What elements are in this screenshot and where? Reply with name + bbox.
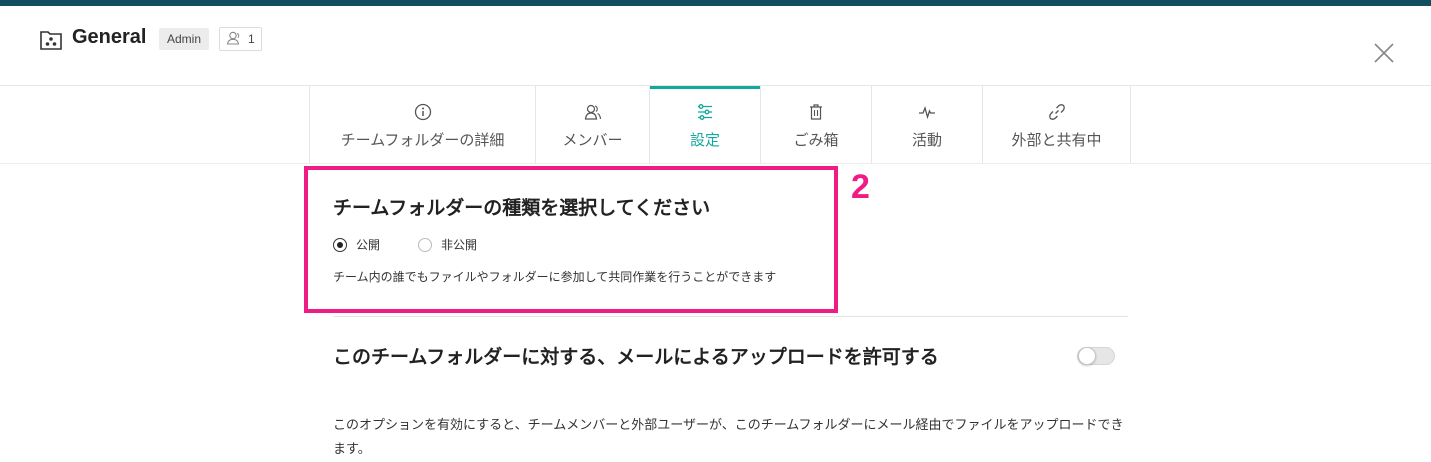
folder-type-radio-group: 公開 非公開 xyxy=(333,236,515,253)
page-title: General xyxy=(72,26,147,48)
radio-unchecked-icon xyxy=(418,237,433,252)
annotation-step-number: 2 xyxy=(851,168,870,206)
radio-checked-icon xyxy=(333,237,347,252)
tab-members[interactable]: メンバー xyxy=(536,86,650,163)
private-radio-label: 非公開 xyxy=(441,238,478,252)
tab-external-sharing[interactable]: 外部と共有中 xyxy=(983,86,1131,163)
member-count: 1 xyxy=(248,32,255,46)
link-icon xyxy=(1048,103,1066,121)
tab-label: 設定 xyxy=(689,131,720,149)
settings-tabs: チームフォルダーの詳細 メンバー 設定 ごみ箱 活動 外部と共有中 xyxy=(309,86,1131,163)
close-icon[interactable] xyxy=(1372,41,1396,65)
person-icon xyxy=(226,31,242,48)
header: General Admin 1 xyxy=(0,6,1431,86)
email-upload-description: このオプションを有効にすると、チームメンバーと外部ユーザーが、このチームフォルダ… xyxy=(333,418,1124,457)
tabs-divider xyxy=(0,163,1431,164)
tab-trash[interactable]: ごみ箱 xyxy=(761,86,872,163)
folder-type-description: チーム内の誰でもファイルやフォルダーに参加して共同作業を行うことができます xyxy=(333,270,777,284)
settings-sliders-icon xyxy=(696,103,714,121)
email-upload-toggle[interactable] xyxy=(1077,347,1115,365)
tab-label: メンバー xyxy=(562,131,623,149)
tab-activity[interactable]: 活動 xyxy=(872,86,983,163)
role-badge: Admin xyxy=(159,28,210,50)
public-radio-label: 公開 xyxy=(356,238,381,252)
section-divider xyxy=(333,316,1128,317)
folder-type-title: チームフォルダーの種類を選択してください xyxy=(333,197,711,219)
tab-label: 活動 xyxy=(911,131,942,149)
tab-label: 外部と共有中 xyxy=(1011,131,1102,149)
email-upload-title: このチームフォルダーに対する、メールによるアップロードを許可する xyxy=(333,346,939,368)
private-radio[interactable]: 非公開 xyxy=(418,236,477,253)
info-icon xyxy=(414,103,432,121)
toggle-knob xyxy=(1078,347,1096,365)
trash-icon xyxy=(807,103,825,121)
team-folder-icon xyxy=(40,30,62,50)
tab-label: チームフォルダーの詳細 xyxy=(340,131,505,149)
member-count-badge[interactable]: 1 xyxy=(219,27,262,51)
members-icon xyxy=(584,103,602,121)
tab-label: ごみ箱 xyxy=(793,131,839,149)
tab-settings[interactable]: 設定 xyxy=(650,86,761,163)
public-radio[interactable]: 公開 xyxy=(333,236,380,253)
activity-pulse-icon xyxy=(918,103,936,121)
tab-team-folder-details[interactable]: チームフォルダーの詳細 xyxy=(310,86,536,163)
